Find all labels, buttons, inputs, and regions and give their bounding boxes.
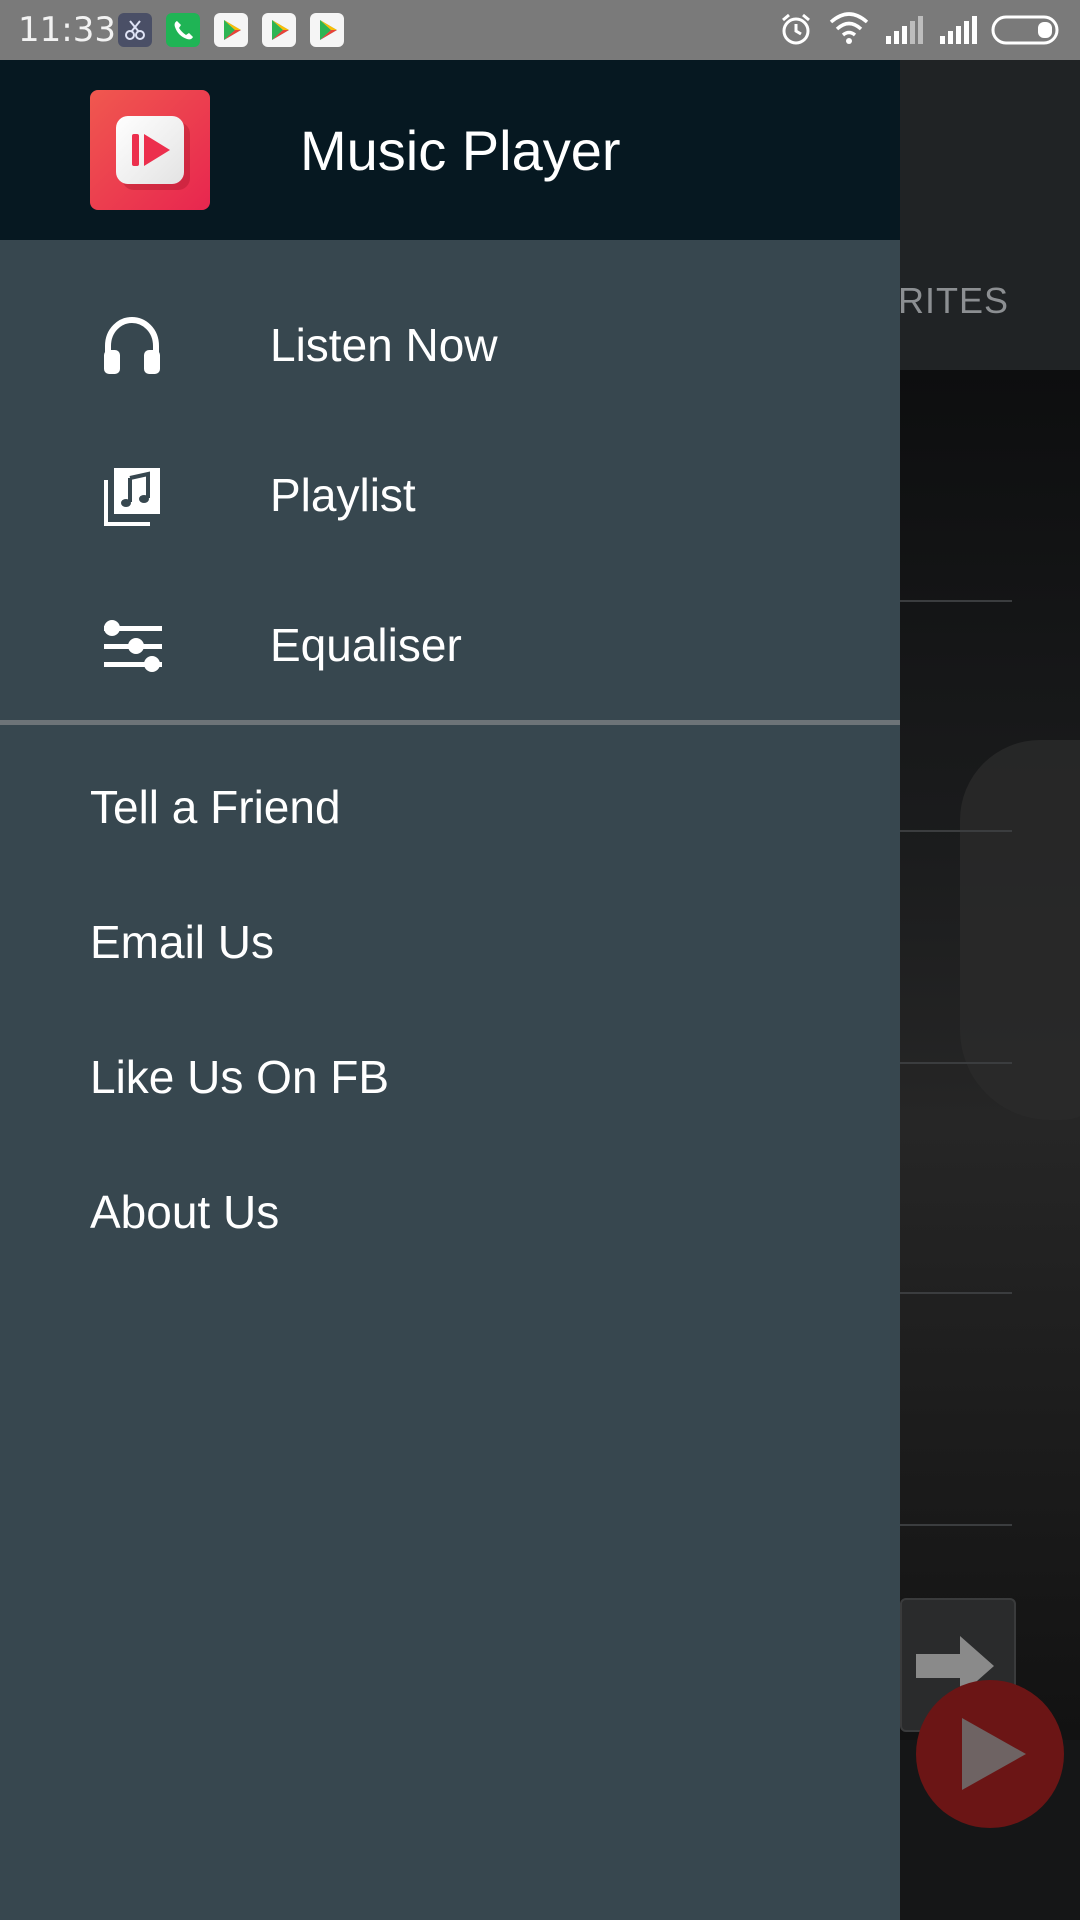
- drawer-header: Music Player: [0, 60, 900, 240]
- alarm-icon: [782, 13, 810, 45]
- menu-item-label: About Us: [90, 1186, 280, 1238]
- signal-icon: [940, 16, 977, 44]
- signal-icon: [886, 16, 923, 44]
- play-store-icon: [214, 13, 248, 47]
- menu-item-label: Email Us: [90, 916, 275, 968]
- menu-item-equaliser[interactable]: Equaliser: [0, 570, 900, 720]
- phone-icon: [166, 13, 200, 47]
- menu-item-tell-a-friend[interactable]: Tell a Friend: [0, 740, 900, 870]
- background-list-divider: [900, 1062, 1012, 1064]
- menu-item-like-us-on-fb[interactable]: Like Us On FB: [0, 1010, 900, 1140]
- music-library-icon: [104, 468, 160, 526]
- wifi-icon: [829, 12, 869, 44]
- play-logo-icon: [132, 134, 170, 166]
- play-fab-button[interactable]: [916, 1680, 1064, 1828]
- headphones-icon: [104, 316, 160, 374]
- equaliser-icon: [104, 620, 162, 672]
- status-bar: 11:33: [0, 0, 1080, 60]
- menu-item-label: Playlist: [270, 469, 416, 521]
- menu-item-label: Equaliser: [270, 619, 462, 671]
- background-list-divider: [900, 1524, 1012, 1526]
- menu-item-label: Tell a Friend: [90, 781, 341, 833]
- battery-icon: [991, 15, 1059, 45]
- navigation-drawer: Music Player Listen Now Playlist Equalis…: [0, 60, 900, 1920]
- background-list-divider: [900, 830, 1012, 832]
- menu-item-label: Listen Now: [270, 319, 498, 371]
- app-logo: [90, 90, 210, 210]
- play-store-icon: [262, 13, 296, 47]
- background-list-divider: [900, 600, 1012, 602]
- play-store-icon: [310, 13, 344, 47]
- background-list-divider: [900, 1292, 1012, 1294]
- background-app-bar: [900, 60, 1080, 370]
- scissors-app-icon: [118, 13, 152, 47]
- drawer-divider: [0, 720, 900, 725]
- play-icon: [962, 1718, 1026, 1790]
- menu-item-listen-now[interactable]: Listen Now: [0, 270, 900, 420]
- app-title: Music Player: [300, 119, 621, 182]
- menu-item-about-us[interactable]: About Us: [0, 1145, 900, 1275]
- status-time: 11:33: [18, 10, 116, 50]
- menu-item-playlist[interactable]: Playlist: [0, 420, 900, 570]
- menu-item-email-us[interactable]: Email Us: [0, 875, 900, 1005]
- background-tab-favorites[interactable]: RITES: [898, 280, 1009, 322]
- menu-item-label: Like Us On FB: [90, 1051, 390, 1103]
